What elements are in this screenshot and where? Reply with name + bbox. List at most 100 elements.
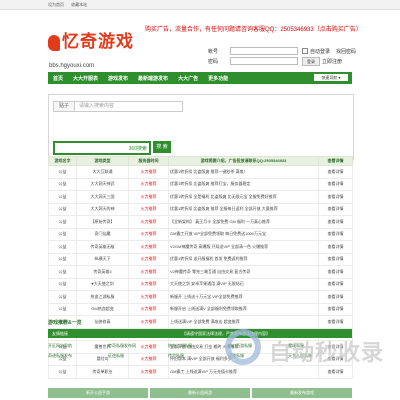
login-button[interactable]: 登录 — [302, 56, 320, 66]
table-row[interactable]: 公益 大大洞天神武 火力推荐 优惠1转折扣 比盗版爽 推荐打宝，服务器稳定 查看详情 — [48, 177, 353, 191]
cell-game-name[interactable]: 热血江湖私服 — [76, 290, 129, 304]
table-row[interactable]: 公益 大大洞天的神 火力推荐 优惠1转折扣 比盗版爽 推荐 全服每日返利 全部开放 大… — [48, 202, 353, 216]
web-search-input[interactable]: 360搜索 — [53, 141, 151, 155]
cell-detail-link[interactable]: 查看详情 — [318, 290, 353, 304]
cell-game-name[interactable]: 传奇单职业 — [76, 365, 129, 379]
nav-item-home[interactable]: 首页 — [53, 75, 63, 82]
account-input[interactable] — [230, 47, 298, 55]
table-row[interactable]: 公益 热血江湖私服 火力推荐 新服开 上线送十万元宝 VIP全部免费推荐 查看详情 — [48, 290, 353, 304]
cell-status: 火力推荐 — [128, 240, 169, 254]
cell-intro: 新服开启 上线送满V 全部福利免费领取推荐 — [168, 302, 319, 316]
auto-login-checkbox[interactable] — [302, 48, 308, 54]
password-input[interactable] — [230, 57, 298, 65]
nav-item-server-list[interactable]: 大大开服表 — [73, 75, 98, 82]
cell-game-name[interactable]: 传奇英雄3 — [76, 265, 129, 279]
cell-detail-link[interactable]: 查看详情 — [318, 277, 353, 291]
friend-link[interactable]: 热血江湖私服 — [168, 343, 228, 353]
table-row[interactable]: 公益 GM热血超变 火力推荐 新服开启 上线送满V 全部福利免费领取推荐 查看详情 — [48, 302, 353, 316]
cell-category: 公益 — [48, 177, 77, 191]
cell-detail-link[interactable]: 查看详情 — [318, 302, 353, 316]
table-row[interactable]: 公益 ♥大天使之剑 火力推荐 大天使之剑 安卓苹果通用 满VIP 无限钻石 查看详情 — [48, 277, 353, 291]
auto-login-label: 自动登录 — [310, 48, 331, 55]
nav-item-game-release[interactable]: 游戏发布 — [108, 75, 128, 82]
bookmark-link[interactable]: 收藏本站 — [71, 2, 87, 7]
nav-item-ads[interactable]: 大大广告 — [178, 75, 198, 82]
section-latest-games[interactable]: 最新发布游戏 — [252, 388, 352, 398]
search-panel: 贴子 请输入搜索内容 360搜索 搜 索 — [48, 94, 354, 160]
table-row[interactable]: 公益 纵横天下 火力推荐 优惠1转折扣 送开服福利 首发 免费返利推荐 查看详情 — [48, 252, 353, 266]
cell-status: 火力推荐 — [128, 290, 169, 304]
cell-intro: GM霸工开放 VIP全部免费领取 每日免费送1000万元宝 — [168, 227, 319, 241]
cell-intro: V2GM神魔传奇 高爆版 开局送VIP 全部清一色 火爆推荐 — [168, 240, 319, 254]
nav-item-pc-games[interactable]: 最新端游发布 — [138, 75, 168, 82]
cell-game-name[interactable]: 大大洞天三国 — [76, 190, 129, 204]
cell-game-name[interactable]: 大大洞天的神 — [76, 202, 129, 216]
set-homepage-link[interactable]: 设为首页 — [48, 2, 64, 7]
cell-detail-link[interactable]: 查看详情 — [318, 252, 353, 266]
cell-detail-link[interactable]: 查看详情 — [318, 265, 353, 279]
cell-game-name[interactable]: 【原始传奇】 — [76, 215, 129, 229]
cell-game-name[interactable]: 奇门仙魔 — [76, 227, 129, 241]
cell-game-name[interactable]: ♥大天使之剑 — [76, 277, 129, 291]
account-label: 帐号 — [208, 48, 219, 55]
cell-game-name[interactable]: 大大互联通 — [76, 165, 129, 179]
site-logo[interactable]: 忆奇游戏 — [48, 27, 134, 52]
cell-detail-link[interactable]: 查看详情 — [318, 190, 353, 204]
watermark-text: 自动秒收录 — [269, 340, 385, 365]
table-row[interactable]: 公益 传奇英雄无敌 火力推荐 V2GM神魔传奇 高爆版 开局送VIP 全部清一色 火爆… — [48, 240, 353, 254]
cell-intro: 优惠1转折扣 送开服福利 首发 免费返利推荐 — [168, 252, 319, 266]
table-row[interactable]: 公益 大大互联通 火力推荐 优惠1转折扣 比盗版爽 推荐一键秒杀 满鬼！ 查看详情 — [48, 165, 353, 179]
register-link[interactable]: 立即注册 — [322, 58, 342, 65]
table-row[interactable]: 公益 奇门仙魔 火力推荐 GM霸工开放 VIP全部免费领取 每日免费送1000万元宝查… — [48, 227, 353, 241]
col-header-intro: 游戏简要介绍，广告投放请联系QQ:2505346933 — [168, 156, 319, 166]
table-row[interactable]: 公益 【原始传奇】 火力推荐 【全新架构】 真正月卡 全部免费 GM 福利 一万真心推… — [48, 215, 353, 229]
cell-status: 火力推荐 — [128, 190, 169, 204]
forgot-password-link[interactable]: 找回密码 — [336, 48, 356, 55]
table-row[interactable]: 公益 大大洞天三国 火力推荐 优惠1转折扣 全是福利 比盗版爽 比无限元宝 全服免费好… — [48, 190, 353, 204]
cell-game-name[interactable]: 大大洞天神武 — [76, 177, 129, 191]
section-mobile-games[interactable]: 新开公益手游 — [48, 388, 148, 398]
ad-text[interactable]: 购买广告，流量合作，有任何问题请咨询客服QQ：2505346933（点击购买广告… — [145, 24, 362, 33]
cell-category: 公益 — [48, 277, 77, 291]
cell-intro: 大天使之剑 安卓苹果通用 满VIP 无限钻石 — [168, 277, 319, 291]
logo-text: 忆奇游戏 — [62, 32, 134, 52]
search-type-select[interactable]: 贴子 — [54, 102, 75, 111]
cell-category: 公益 — [48, 165, 77, 179]
cell-category: 公益 — [48, 190, 77, 204]
cell-category: 公益 — [48, 265, 77, 279]
cell-intro: 优惠1转折扣 比盗版爽 推荐一键秒杀 满鬼！ — [168, 165, 319, 179]
cell-detail-link[interactable]: 查看详情 — [318, 240, 353, 254]
nav-item-more[interactable]: 更多功能 — [208, 75, 228, 82]
friend-link[interactable]: 传世私服 — [168, 353, 228, 363]
top-bar: 设为首页 收藏本站 — [0, 0, 400, 10]
cell-detail-link[interactable]: 查看详情 — [318, 165, 353, 179]
main-nav: 首页 大大开服表 游戏发布 最新端游发布 大大广告 更多功能 快速导航 ▾ — [48, 72, 352, 84]
cell-game-name[interactable]: 传奇英雄无敌 — [76, 240, 129, 254]
cell-detail-link[interactable]: 查看详情 — [318, 227, 353, 241]
cell-game-name[interactable]: 纵横天下 — [76, 252, 129, 266]
col-header-type: 游戏类型 — [76, 156, 129, 166]
quick-nav-dropdown[interactable]: 快速导航 ▾ — [314, 74, 348, 81]
friend-link[interactable]: 传奇私服发布网 — [108, 343, 168, 353]
password-label: 密码 — [208, 58, 219, 65]
cell-category: 公益 — [48, 240, 77, 254]
cell-category: 公益 — [48, 202, 77, 216]
cell-category: 公益 — [48, 290, 77, 304]
cell-detail-link[interactable]: 查看详情 — [318, 215, 353, 229]
cell-intro: 优惠1转折扣 全是福利 比盗版爽 比无限元宝 全服免费好推荐 — [168, 190, 319, 204]
cell-game-name[interactable]: 仙侠修真 — [76, 315, 129, 329]
cell-detail-link[interactable]: 查看详情 — [318, 177, 353, 191]
cell-status: 火力推荐 — [128, 177, 169, 191]
cell-detail-link[interactable]: 查看详情 — [318, 202, 353, 216]
site-search-input[interactable]: 贴子 请输入搜索内容 — [53, 101, 183, 112]
table-row[interactable]: 公益 传奇英雄3 火力推荐 V2神魔传奇 零充三端互通 自由交易 复古传奇 查看详情 — [48, 265, 353, 279]
section-online-games[interactable]: 最新公益网游 — [150, 388, 250, 398]
search-button[interactable]: 搜 索 — [153, 141, 171, 153]
friend-link[interactable]: 征途私服 — [108, 353, 168, 363]
friend-link[interactable]: 奇迹私服发布 — [48, 353, 108, 363]
cell-intro: 优惠1转折扣 比盗版爽 推荐打宝，服务器稳定 — [168, 177, 319, 191]
site-domain: bbs.hgyouxi.com — [49, 63, 95, 69]
cell-game-name[interactable]: GM热血超变 — [76, 302, 129, 316]
friend-link[interactable]: 开区网站导航 — [48, 343, 108, 353]
col-header-detail: 查看详情 — [318, 156, 353, 166]
